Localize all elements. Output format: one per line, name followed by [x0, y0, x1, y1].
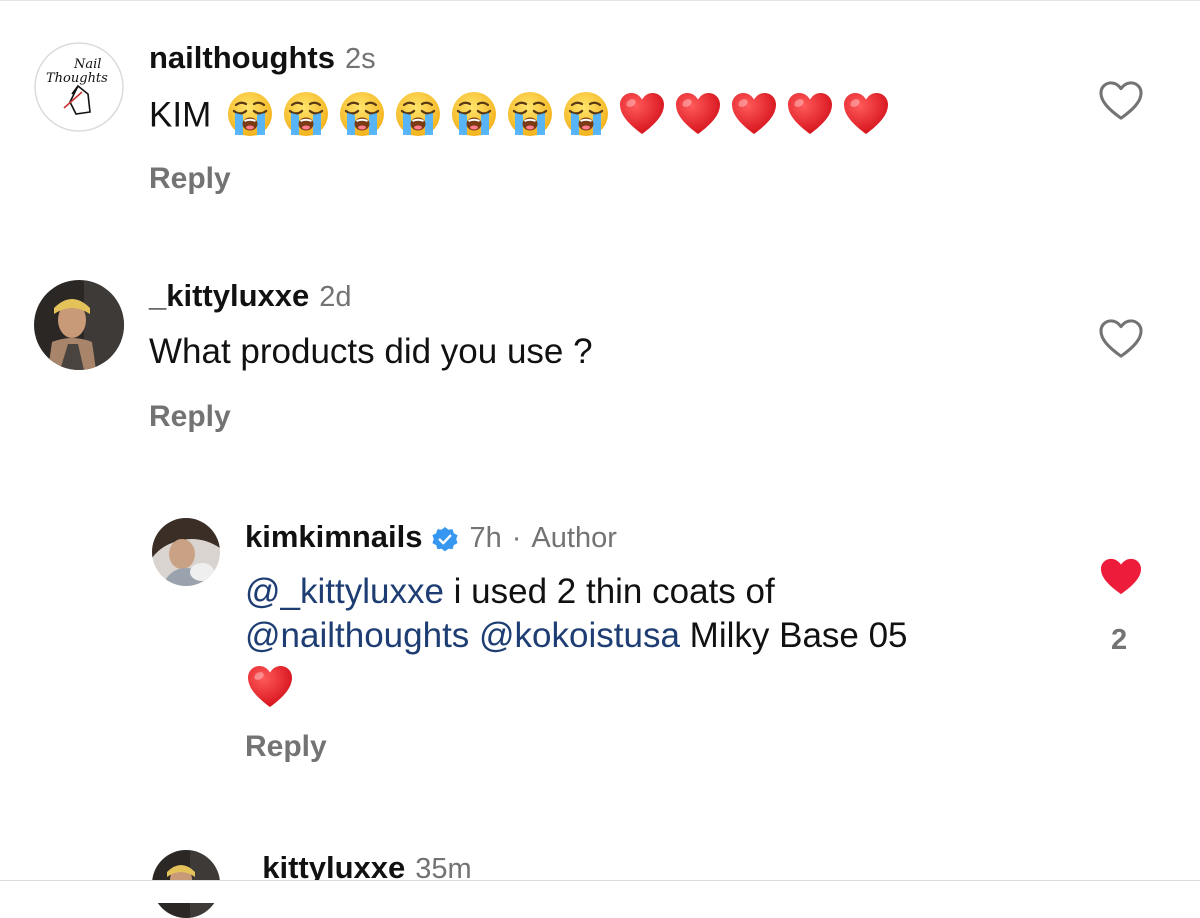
top-divider — [0, 0, 1200, 1]
reply-button[interactable]: Reply — [149, 162, 231, 196]
text-space — [469, 616, 479, 655]
red-heart-emoji — [673, 89, 723, 139]
reply-button[interactable]: Reply — [149, 400, 231, 434]
timestamp: 2s — [344, 43, 376, 75]
username[interactable]: nailthoughts — [149, 40, 335, 76]
timestamp: 2d — [319, 281, 352, 313]
loudly-crying-face-emoji — [281, 89, 331, 139]
loudly-crying-face-emoji — [505, 89, 555, 139]
loudly-crying-face-emoji — [449, 89, 499, 139]
emoji-row — [225, 89, 897, 139]
red-heart-emoji — [785, 89, 835, 139]
avatar[interactable] — [152, 518, 220, 586]
reply-button[interactable]: Reply — [245, 730, 327, 764]
mention-link[interactable]: @_kittyluxxe — [245, 572, 444, 611]
author-label: Author — [531, 522, 617, 554]
red-heart-emoji — [841, 89, 891, 139]
svg-text:Thoughts: Thoughts — [46, 71, 108, 86]
verified-badge-icon — [432, 527, 459, 552]
heart-outline-icon[interactable] — [1098, 80, 1144, 122]
comment-text: KIM — [149, 92, 897, 142]
mention-link[interactable]: @kokoistusa — [479, 616, 680, 655]
avatar[interactable]: Nail Thoughts — [34, 42, 124, 132]
comment-text-content: KIM — [149, 95, 212, 135]
username[interactable]: kimkimnails — [245, 519, 422, 555]
comment-text-content: i used 2 thin coats of — [443, 572, 775, 611]
red-heart-emoji — [245, 662, 295, 712]
heart-filled-icon[interactable] — [1098, 556, 1144, 598]
loudly-crying-face-emoji — [337, 89, 387, 139]
bottom-mask — [0, 881, 1200, 903]
separator-dot: · — [511, 522, 522, 554]
loudly-crying-face-emoji — [225, 89, 275, 139]
comment-text-content: Milky Base 05 — [679, 616, 908, 655]
loudly-crying-face-emoji — [561, 89, 611, 139]
comment-text: What products did you use ? — [149, 332, 593, 371]
comment-text: @_kittyluxxe i used 2 thin coats of @nai… — [245, 570, 1045, 723]
loudly-crying-face-emoji — [393, 89, 443, 139]
like-count: 2 — [1111, 624, 1128, 656]
mention-link[interactable]: @nailthoughts — [245, 616, 469, 655]
heart-outline-icon[interactable] — [1098, 318, 1144, 360]
timestamp: 7h — [469, 522, 502, 554]
red-heart-emoji — [617, 89, 667, 139]
red-heart-emoji — [729, 89, 779, 139]
svg-text:Nail: Nail — [73, 57, 101, 72]
avatar[interactable] — [34, 280, 124, 370]
username[interactable]: _kittyluxxe — [149, 278, 309, 314]
